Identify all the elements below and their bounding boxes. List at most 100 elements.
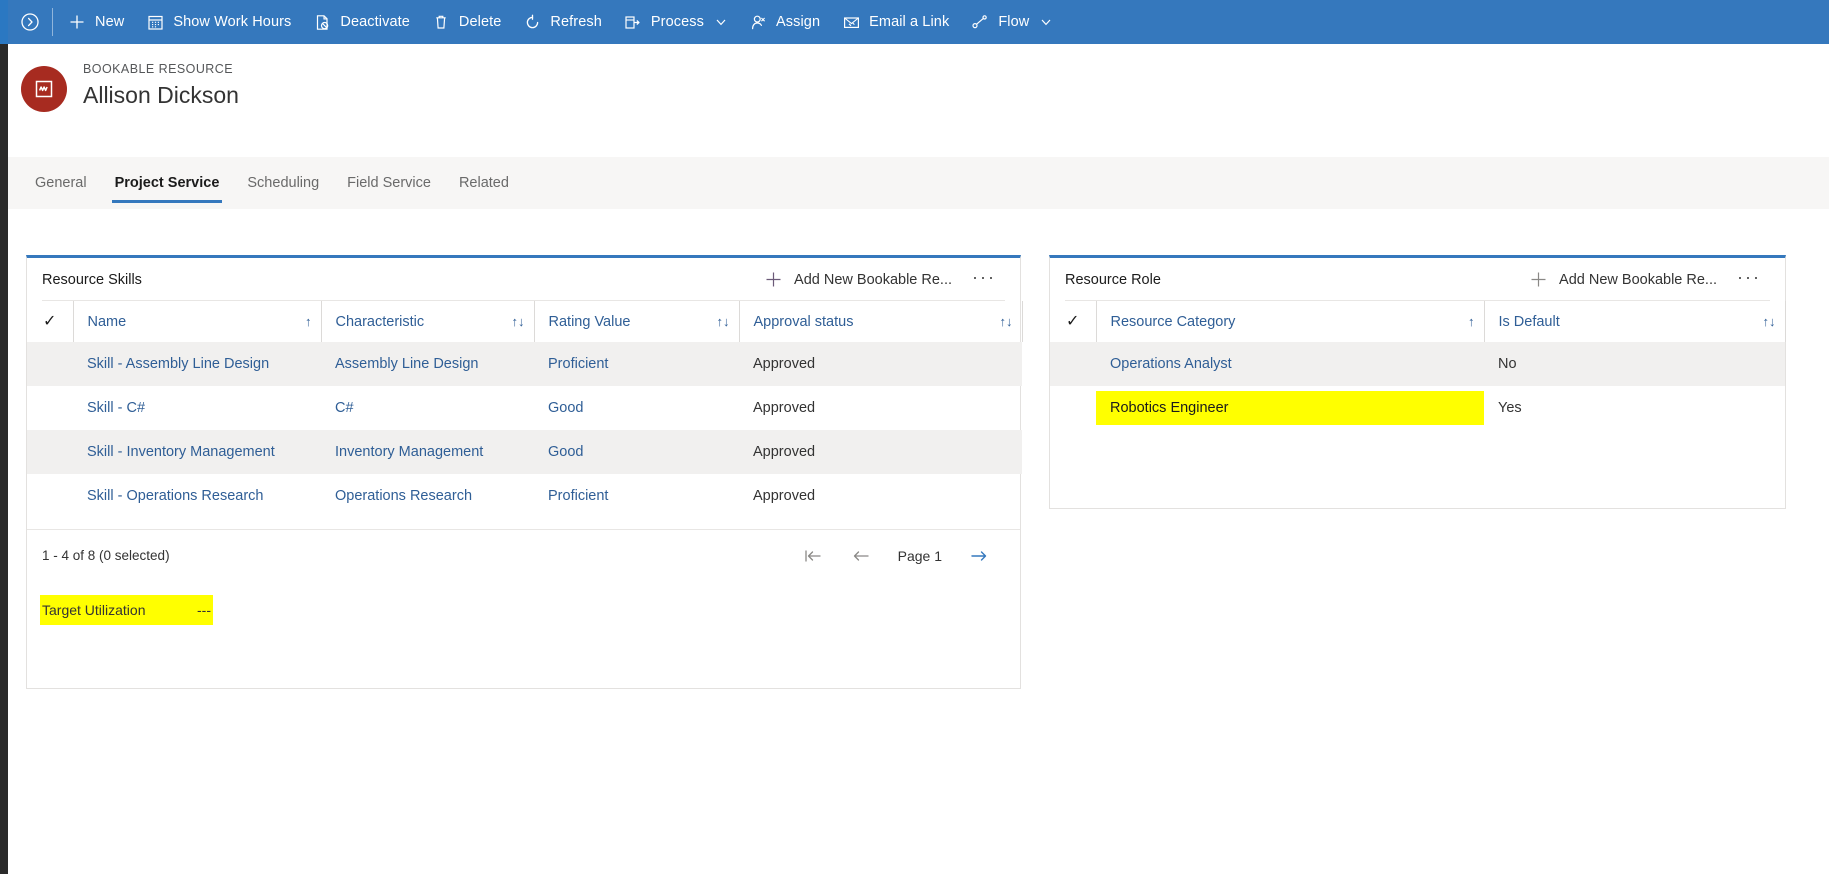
plus-icon <box>764 271 782 289</box>
cell-name-link[interactable]: Skill - C# <box>87 400 145 416</box>
resource-skills-footer: 1 - 4 of 8 (0 selected) Page 1 <box>27 529 1020 581</box>
tab-related[interactable]: Related <box>445 157 523 209</box>
cell-characteristic-link[interactable]: Inventory Management <box>335 444 483 460</box>
checkmark-icon: ✓ <box>43 312 57 330</box>
table-row[interactable]: Operations Analyst No <box>1050 342 1785 386</box>
cell-characteristic[interactable]: Operations Research <box>321 474 534 518</box>
cell-resource-category[interactable]: Robotics Engineer <box>1096 386 1484 430</box>
refresh-button[interactable]: Refresh <box>512 0 612 44</box>
cell-approval-status: Approved <box>753 488 816 504</box>
row-select-checkbox[interactable] <box>27 386 73 430</box>
cell-rating-value[interactable]: Proficient <box>534 342 739 386</box>
row-select-checkbox[interactable] <box>1050 386 1096 430</box>
column-header-resource-category[interactable]: Resource Category ↑ <box>1096 301 1485 342</box>
cell-characteristic[interactable]: Inventory Management <box>321 430 534 474</box>
table-row[interactable]: Skill - Inventory Management Inventory M… <box>27 430 1022 474</box>
record-header: BOOKABLE RESOURCE Allison Dickson <box>8 44 1829 157</box>
tab-scheduling[interactable]: Scheduling <box>233 157 333 209</box>
cell-rating-link[interactable]: Good <box>548 400 583 416</box>
table-row[interactable]: Skill - Operations Research Operations R… <box>27 474 1022 518</box>
resource-skills-title: Resource Skills <box>42 271 142 288</box>
resource-skills-overflow-button[interactable]: ··· <box>962 268 1006 290</box>
cell-characteristic-link[interactable]: Operations Research <box>335 488 472 504</box>
cell-name-link[interactable]: Skill - Assembly Line Design <box>87 356 269 372</box>
table-row[interactable]: Skill - C# C# Good Approved <box>27 386 1022 430</box>
page-prev-icon <box>853 550 869 561</box>
email-a-link-label: Email a Link <box>869 14 950 30</box>
sort-indicator-icon: ↑↓ <box>1762 314 1776 329</box>
bookable-resource-icon <box>35 80 53 98</box>
cell-characteristic[interactable]: Assembly Line Design <box>321 342 534 386</box>
column-header-rating-value[interactable]: Rating Value ↑↓ <box>534 301 740 342</box>
cell-resource-category[interactable]: Operations Analyst <box>1096 342 1484 386</box>
select-all-column-header[interactable]: ✓ <box>27 301 74 342</box>
deactivate-label: Deactivate <box>340 14 410 30</box>
page-title: Allison Dickson <box>83 82 239 108</box>
deactivate-button[interactable]: Deactivate <box>302 0 421 44</box>
cell-rating-link[interactable]: Good <box>548 444 583 460</box>
cell-name[interactable]: Skill - Operations Research <box>73 474 321 518</box>
tab-scheduling-label: Scheduling <box>247 175 320 191</box>
cell-rating-value[interactable]: Proficient <box>534 474 739 518</box>
row-select-checkbox[interactable] <box>27 430 73 474</box>
show-work-hours-button[interactable]: Show Work Hours <box>135 0 302 44</box>
flow-label: Flow <box>998 14 1030 30</box>
cell-name-link[interactable]: Skill - Inventory Management <box>87 444 275 460</box>
process-button[interactable]: Process <box>613 0 738 44</box>
tab-field-service[interactable]: Field Service <box>333 157 445 209</box>
next-page-button[interactable] <box>968 545 990 567</box>
column-header-name[interactable]: Name ↑ <box>73 301 322 342</box>
row-select-checkbox[interactable] <box>27 342 73 386</box>
sort-indicator-icon: ↑↓ <box>999 314 1013 329</box>
expand-navigation-button[interactable] <box>8 0 52 44</box>
resource-role-table: ✓ Resource Category ↑ Is Default ↑↓ Oper… <box>1050 301 1786 430</box>
cell-characteristic[interactable]: C# <box>321 386 534 430</box>
cell-characteristic-link[interactable]: Assembly Line Design <box>335 356 478 372</box>
cell-name[interactable]: Skill - Inventory Management <box>73 430 321 474</box>
column-header-is-default-label: Is Default <box>1498 313 1560 330</box>
cell-rating-value[interactable]: Good <box>534 386 739 430</box>
row-select-checkbox[interactable] <box>1050 342 1096 386</box>
cell-resource-category-link[interactable]: Operations Analyst <box>1110 356 1232 372</box>
email-a-link-button[interactable]: Email a Link <box>831 0 960 44</box>
entity-type-label: BOOKABLE RESOURCE <box>83 62 234 76</box>
column-header-is-default[interactable]: Is Default ↑↓ <box>1484 301 1786 342</box>
first-page-button[interactable] <box>802 545 824 567</box>
add-new-bookable-resource-category-button[interactable]: Add New Bookable Re... <box>1523 267 1723 293</box>
left-navigation-rail <box>0 0 8 874</box>
previous-page-button[interactable] <box>850 545 872 567</box>
add-new-bookable-resource-skill-button[interactable]: Add New Bookable Re... <box>758 267 958 293</box>
assign-button[interactable]: Assign <box>738 0 831 44</box>
table-row[interactable]: Skill - Assembly Line Design Assembly Li… <box>27 342 1022 386</box>
show-work-hours-label: Show Work Hours <box>173 14 292 30</box>
row-select-checkbox[interactable] <box>27 474 73 518</box>
process-label: Process <box>650 14 704 30</box>
header-divider <box>42 300 1005 301</box>
target-utilization-field[interactable]: Target Utilization --- <box>42 597 211 623</box>
column-header-characteristic[interactable]: Characteristic ↑↓ <box>321 301 535 342</box>
new-button[interactable]: New <box>57 0 135 44</box>
cell-approval-status: Approved <box>753 400 816 416</box>
table-header-row: ✓ Resource Category ↑ Is Default ↑↓ <box>1050 301 1786 342</box>
tab-general[interactable]: General <box>21 157 101 209</box>
cell-characteristic-link[interactable]: C# <box>335 400 354 416</box>
cell-rating-value[interactable]: Good <box>534 430 739 474</box>
cell-name[interactable]: Skill - C# <box>73 386 321 430</box>
resource-role-overflow-button[interactable]: ··· <box>1727 268 1771 290</box>
calendar-icon <box>146 13 164 31</box>
new-button-label: New <box>95 14 125 30</box>
delete-button[interactable]: Delete <box>421 0 513 44</box>
cell-name-link[interactable]: Skill - Operations Research <box>87 488 264 504</box>
table-row[interactable]: Robotics Engineer Yes <box>1050 386 1785 430</box>
flow-button[interactable]: Flow <box>960 0 1063 44</box>
sort-indicator-icon: ↑ <box>1468 314 1475 329</box>
cell-name[interactable]: Skill - Assembly Line Design <box>73 342 321 386</box>
tab-project-service[interactable]: Project Service <box>101 157 234 209</box>
cell-resource-category-link[interactable]: Robotics Engineer <box>1110 400 1229 416</box>
select-all-column-header[interactable]: ✓ <box>1050 301 1097 342</box>
cell-rating-link[interactable]: Proficient <box>548 488 608 504</box>
column-header-approval-status[interactable]: Approval status ↑↓ <box>739 301 1023 342</box>
resource-skills-table: ✓ Name ↑ Characteristic ↑↓ Rating Value … <box>27 301 1023 518</box>
cell-rating-link[interactable]: Proficient <box>548 356 608 372</box>
form-canvas: Resource Skills Add New Bookable Re... ·… <box>8 209 1829 874</box>
